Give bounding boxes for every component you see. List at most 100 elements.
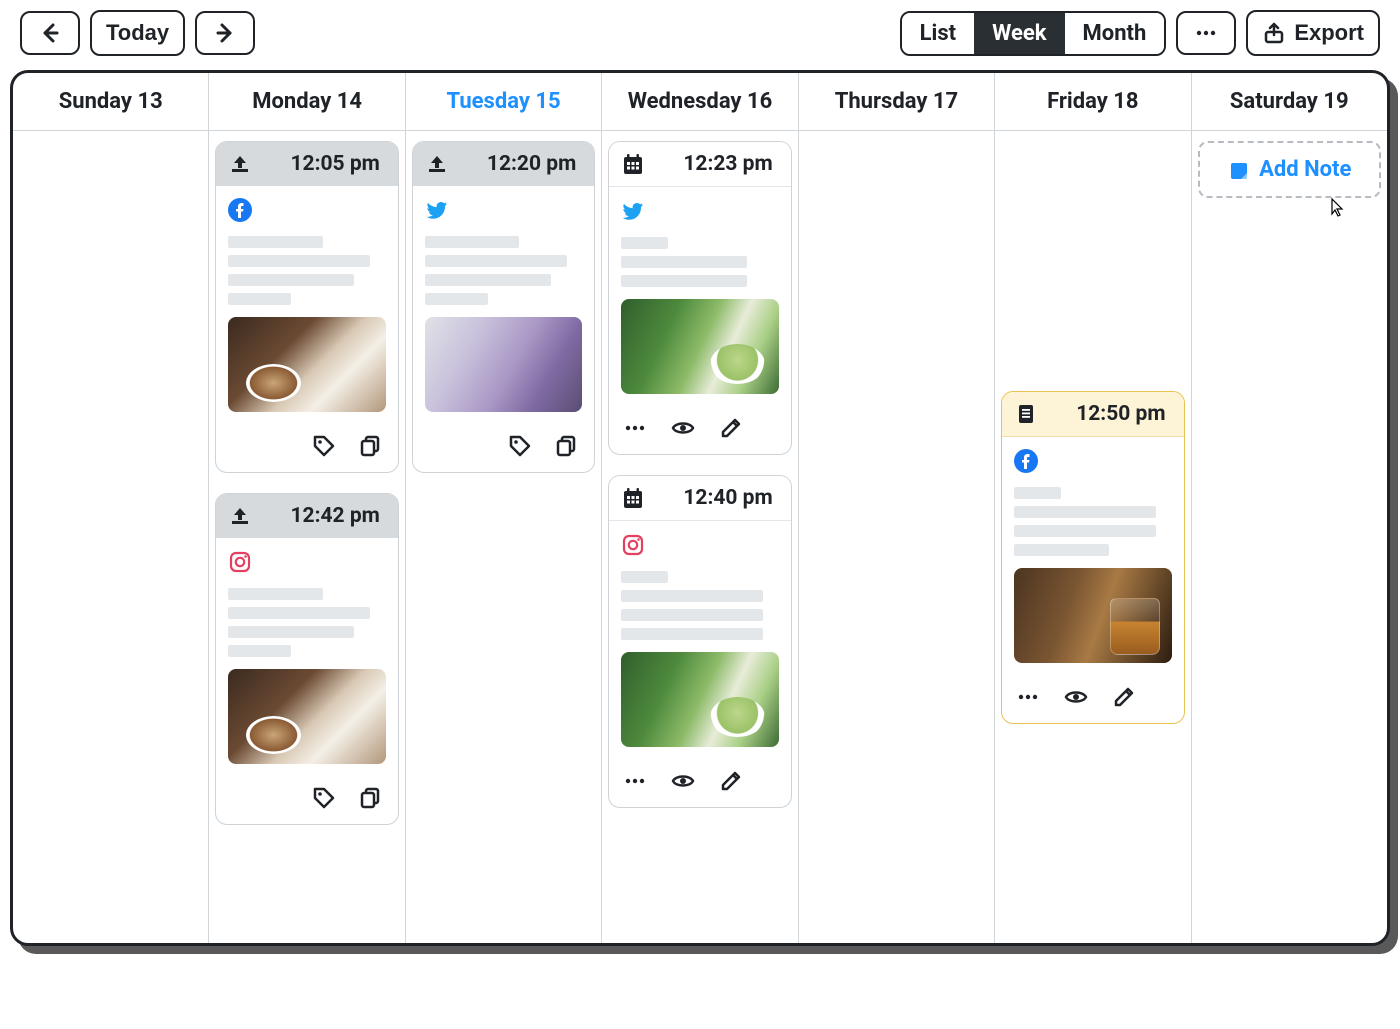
toolbar-right: List Week Month Export	[900, 10, 1380, 56]
day-column-friday: Friday 18 12:50 pm	[995, 73, 1191, 943]
view-month[interactable]: Month	[1065, 13, 1165, 54]
more-button[interactable]	[1016, 685, 1042, 711]
day-column-thursday: Thursday 17	[799, 73, 995, 943]
view-switcher: List Week Month	[900, 11, 1167, 56]
day-header: Monday 14	[209, 73, 404, 131]
post-thumbnail	[425, 317, 582, 412]
instagram-icon	[228, 550, 385, 578]
card-body	[609, 187, 790, 406]
upload-icon	[425, 152, 449, 176]
copy-button[interactable]	[358, 434, 384, 460]
twitter-icon	[621, 199, 778, 227]
card-actions	[216, 424, 397, 472]
card-header: 12:05 pm	[216, 142, 397, 186]
day-header: Thursday 17	[799, 73, 994, 131]
day-body[interactable]: Add Note	[1192, 131, 1387, 208]
day-header: Saturday 19	[1192, 73, 1387, 131]
post-card[interactable]: 12:40 pm	[608, 475, 791, 808]
day-header: Sunday 13	[13, 73, 208, 131]
view-week[interactable]: Week	[974, 13, 1064, 54]
card-body	[216, 538, 397, 776]
view-list[interactable]: List	[902, 13, 974, 54]
post-card[interactable]: 12:42 pm	[215, 493, 398, 825]
post-time: 12:40 pm	[683, 486, 772, 510]
next-week-button[interactable]	[195, 11, 255, 55]
edit-button[interactable]	[1112, 685, 1138, 711]
day-column-monday: Monday 14 12:05 pm	[209, 73, 405, 943]
add-note-label: Add Note	[1259, 157, 1351, 182]
arrow-left-icon	[38, 21, 62, 45]
dots-icon	[1194, 21, 1218, 45]
spacer	[1001, 141, 1184, 371]
arrow-right-icon	[213, 21, 237, 45]
edit-button[interactable]	[719, 416, 745, 442]
copy-button[interactable]	[358, 786, 384, 812]
post-time: 12:23 pm	[683, 152, 772, 176]
calendar-icon	[621, 486, 645, 510]
cursor-icon	[1323, 196, 1345, 218]
post-card[interactable]: 12:23 pm	[608, 141, 791, 455]
calendar-week: Sunday 13 Monday 14 12:05 pm	[10, 70, 1390, 946]
more-button[interactable]	[623, 416, 649, 442]
post-text-preview	[228, 236, 385, 305]
more-options-button[interactable]	[1176, 11, 1236, 55]
post-thumbnail	[621, 299, 778, 394]
card-actions	[216, 776, 397, 824]
post-card-draft[interactable]: 12:50 pm	[1001, 391, 1184, 724]
toolbar: Today List Week Month Export	[10, 10, 1390, 70]
instagram-icon	[621, 533, 778, 561]
card-body	[1002, 437, 1183, 675]
day-body[interactable]	[799, 131, 994, 151]
day-body[interactable]: 12:05 pm 12:42 pm	[209, 131, 404, 835]
preview-button[interactable]	[1064, 685, 1090, 711]
post-time: 12:50 pm	[1076, 402, 1165, 426]
post-thumbnail	[228, 669, 385, 764]
card-actions	[609, 759, 790, 807]
calendar-icon	[621, 152, 645, 176]
post-card[interactable]: 12:20 pm	[412, 141, 595, 473]
card-actions	[413, 424, 594, 472]
tag-button[interactable]	[312, 434, 338, 460]
day-body[interactable]: 12:20 pm	[406, 131, 601, 483]
preview-button[interactable]	[671, 416, 697, 442]
card-header: 12:40 pm	[609, 476, 790, 521]
card-header: 12:20 pm	[413, 142, 594, 186]
twitter-icon	[425, 198, 582, 226]
day-column-wednesday: Wednesday 16 12:23 pm	[602, 73, 798, 943]
card-header: 12:50 pm	[1002, 392, 1183, 437]
card-body	[216, 186, 397, 424]
card-header: 12:23 pm	[609, 142, 790, 187]
post-thumbnail	[1014, 568, 1171, 663]
edit-button[interactable]	[719, 769, 745, 795]
card-header: 12:42 pm	[216, 494, 397, 538]
day-column-saturday: Saturday 19 Add Note	[1192, 73, 1387, 943]
day-header: Friday 18	[995, 73, 1190, 131]
add-note-button[interactable]: Add Note	[1198, 141, 1381, 198]
card-body	[413, 186, 594, 424]
post-text-preview	[425, 236, 582, 305]
post-card[interactable]: 12:05 pm	[215, 141, 398, 473]
preview-button[interactable]	[671, 769, 697, 795]
upload-icon	[228, 152, 252, 176]
post-time: 12:42 pm	[291, 504, 380, 528]
today-button[interactable]: Today	[90, 10, 185, 56]
day-header: Tuesday 15	[406, 73, 601, 131]
prev-week-button[interactable]	[20, 11, 80, 55]
day-body[interactable]: 12:50 pm	[995, 131, 1190, 734]
day-body[interactable]: 12:23 pm 12:40 pm	[602, 131, 797, 818]
tag-button[interactable]	[508, 434, 534, 460]
post-text-preview	[621, 237, 778, 287]
facebook-icon	[228, 198, 385, 226]
post-time: 12:20 pm	[487, 152, 576, 176]
document-icon	[1014, 402, 1038, 426]
export-button[interactable]: Export	[1246, 10, 1380, 56]
post-time: 12:05 pm	[291, 152, 380, 176]
day-body[interactable]	[13, 131, 208, 151]
post-thumbnail	[621, 652, 778, 747]
copy-button[interactable]	[554, 434, 580, 460]
tag-button[interactable]	[312, 786, 338, 812]
export-icon	[1262, 21, 1286, 45]
more-button[interactable]	[623, 769, 649, 795]
post-text-preview	[621, 571, 778, 640]
upload-icon	[228, 504, 252, 528]
